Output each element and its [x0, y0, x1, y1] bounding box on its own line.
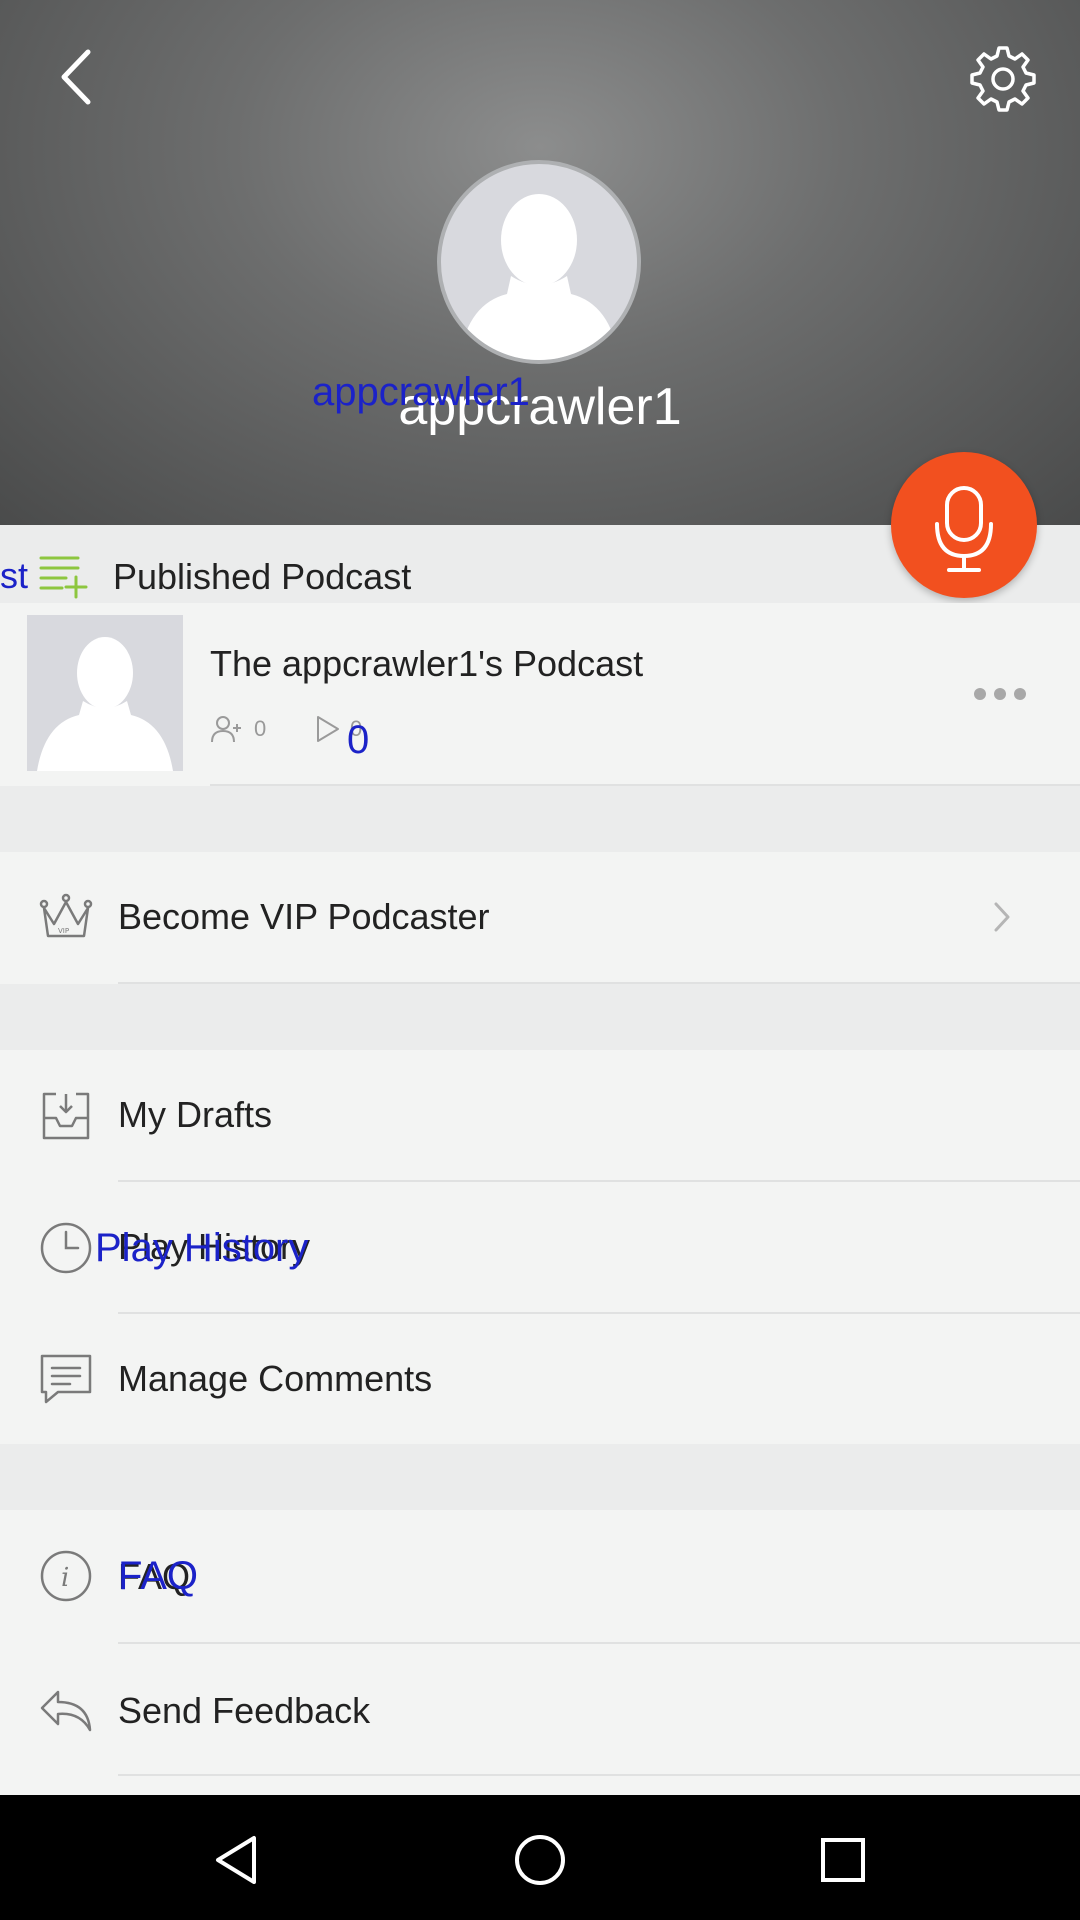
playlist-add-icon: [38, 553, 88, 599]
nav-recents-button[interactable]: [813, 1830, 873, 1890]
gear-icon: [970, 46, 1036, 112]
plays-count-overlay: 0: [347, 718, 370, 762]
username: appcrawler1: [398, 378, 682, 436]
subscribers-count: 0: [254, 716, 267, 741]
default-avatar-icon: [459, 194, 619, 360]
subscribers-icon: [210, 714, 244, 744]
nav-back-button[interactable]: [208, 1830, 268, 1890]
microphone-icon: [935, 486, 993, 572]
reply-icon: [38, 1682, 94, 1738]
section-gap: [0, 1444, 1080, 1510]
svg-text:i: i: [61, 1563, 69, 1593]
podcast-cover: [27, 615, 183, 771]
chevron-right-icon: [990, 900, 1014, 934]
become-vip-label: Become VIP Podcaster: [118, 896, 490, 937]
username-overlay-label: appcrawler1: [312, 370, 530, 414]
profile-avatar[interactable]: [437, 160, 641, 364]
square-recents-icon: [821, 1838, 865, 1882]
section-gap: [0, 984, 1080, 1050]
faq-overlay-label: FAQ: [118, 1554, 199, 1598]
send-feedback-label: Send Feedback: [118, 1690, 371, 1731]
info-icon: i: [38, 1548, 94, 1604]
clock-icon: [38, 1220, 94, 1276]
crown-icon: VIP: [38, 890, 94, 946]
back-button[interactable]: [48, 42, 108, 112]
nav-home-button[interactable]: [510, 1830, 570, 1890]
more-horizontal-icon: [974, 688, 1026, 700]
record-button[interactable]: [891, 452, 1037, 598]
more-options-button[interactable]: [970, 684, 1030, 704]
circle-home-icon: [515, 1835, 565, 1885]
section-cut-label: st: [0, 555, 29, 596]
podcast-title: The appcrawler1's Podcast: [210, 643, 644, 684]
default-avatar-icon: [37, 637, 173, 771]
comment-icon: [38, 1352, 94, 1408]
settings-button[interactable]: [968, 42, 1038, 112]
play-history-overlay-label: Play History: [95, 1226, 309, 1270]
svg-text:VIP: VIP: [58, 927, 69, 935]
chevron-left-icon: [61, 49, 91, 105]
divider: [118, 1774, 1080, 1776]
section-gap: [0, 786, 1080, 852]
play-icon: [314, 714, 342, 744]
inbox-icon: [38, 1088, 94, 1144]
section-title: Published Podcast: [113, 556, 412, 597]
manage-comments-label: Manage Comments: [118, 1358, 433, 1399]
triangle-back-icon: [216, 1836, 256, 1884]
my-drafts-label: My Drafts: [118, 1094, 273, 1135]
